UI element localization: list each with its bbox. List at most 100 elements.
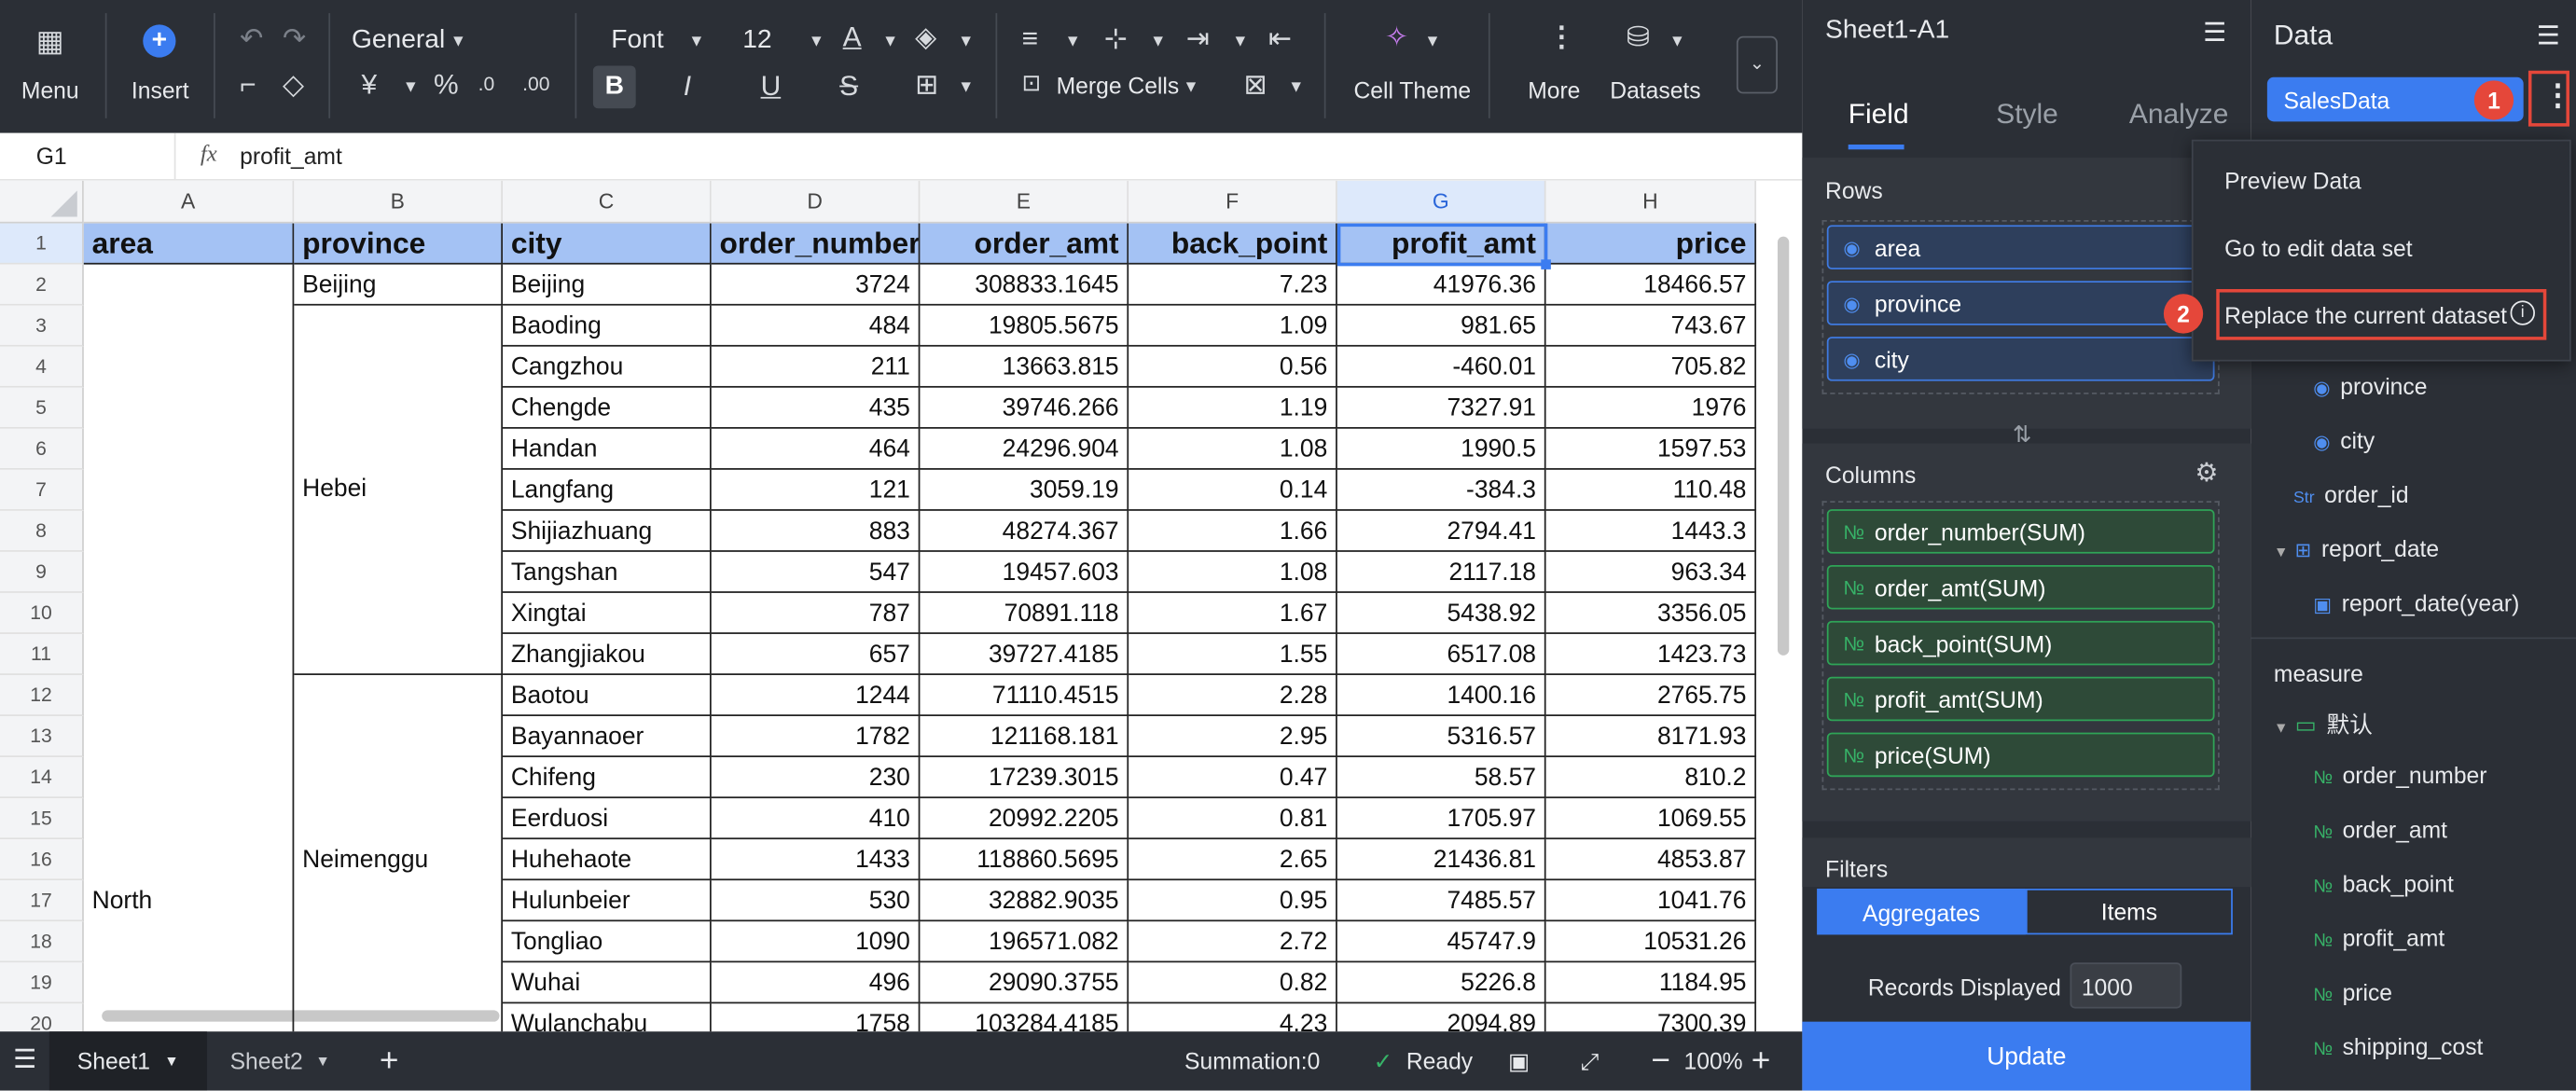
table-cell[interactable]: 118860.5695 xyxy=(920,839,1129,881)
table-cell[interactable]: 0.56 xyxy=(1129,346,1337,388)
table-cell[interactable]: 1244 xyxy=(711,674,921,717)
table-cell[interactable]: 19457.603 xyxy=(920,551,1129,593)
table-cell[interactable]: Zhangjiakou xyxy=(503,633,712,675)
underline-icon[interactable]: U xyxy=(761,73,782,101)
table-cell[interactable]: 1.19 xyxy=(1129,387,1337,429)
table-cell[interactable]: 743.67 xyxy=(1545,305,1757,347)
table-cell[interactable]: 5316.57 xyxy=(1336,716,1546,758)
row-header[interactable]: 5 xyxy=(0,387,84,429)
row-header[interactable]: 10 xyxy=(0,592,84,634)
row-header[interactable]: 20 xyxy=(0,1003,84,1032)
menu-item-edit-dataset[interactable]: Go to edit data set xyxy=(2224,235,2413,261)
row-header[interactable]: 19 xyxy=(0,962,84,1004)
table-cell[interactable]: -384.3 xyxy=(1336,469,1546,511)
table-cell[interactable]: 0.14 xyxy=(1129,469,1337,511)
chevron-down-icon[interactable]: ▼ xyxy=(450,33,466,50)
fill-color-icon[interactable]: ◈ xyxy=(915,23,936,51)
indent-icon[interactable]: ⇤ xyxy=(1268,24,1292,52)
vertical-scrollbar[interactable] xyxy=(1777,236,1790,656)
table-cell[interactable]: 48274.367 xyxy=(920,510,1129,552)
table-cell[interactable]: Huhehaote xyxy=(503,839,712,881)
table-cell[interactable]: 24296.904 xyxy=(920,428,1129,470)
table-cell[interactable]: 1400.16 xyxy=(1336,674,1546,717)
table-cell[interactable]: 308833.1645 xyxy=(920,264,1129,306)
table-cell[interactable]: 121 xyxy=(711,469,921,511)
table-cell[interactable]: Langfang xyxy=(503,469,712,511)
caret-down-icon[interactable]: ▼ xyxy=(2274,544,2289,560)
zoom-out-icon[interactable]: − xyxy=(1651,1031,1670,1090)
dim-report-date-year[interactable]: ▣ report_date(year) xyxy=(2313,589,2519,615)
collapse-panel-icon[interactable]: ☰ xyxy=(2537,20,2560,52)
row-header[interactable]: 1 xyxy=(0,223,84,265)
table-cell[interactable]: 7327.91 xyxy=(1336,387,1546,429)
table-cell[interactable]: 1758 xyxy=(712,1003,921,1032)
datasets-icon[interactable]: ⛁ xyxy=(1627,23,1650,51)
zoom-in-icon[interactable]: + xyxy=(1752,1031,1771,1090)
table-cell[interactable]: 211 xyxy=(711,346,921,388)
chevron-down-icon[interactable]: ▼ xyxy=(1150,33,1166,50)
table-cell[interactable]: 2094.89 xyxy=(1337,1003,1546,1032)
table-cell[interactable]: 1.55 xyxy=(1129,633,1337,675)
column-header[interactable]: E xyxy=(920,180,1129,224)
redo-icon[interactable]: ↷ xyxy=(283,24,306,52)
table-cell[interactable]: 530 xyxy=(711,880,921,922)
table-cell[interactable]: Beijing xyxy=(503,264,712,306)
records-input[interactable]: 1000 xyxy=(2070,962,2182,1009)
table-cell[interactable]: 3724 xyxy=(711,264,921,306)
table-cell[interactable]: 230 xyxy=(711,757,921,799)
province-cell[interactable]: Beijing xyxy=(294,264,504,306)
table-cell[interactable]: 29090.3755 xyxy=(920,962,1129,1004)
column-field-price[interactable]: № price(SUM) xyxy=(1826,732,2215,778)
insert-button[interactable]: Insert xyxy=(132,77,189,104)
table-cell[interactable]: 1090 xyxy=(711,921,921,963)
chevron-down-icon[interactable]: ▼ xyxy=(958,33,974,50)
menu-item-preview-data[interactable]: Preview Data xyxy=(2224,168,2361,194)
table-cell[interactable]: 1990.5 xyxy=(1336,428,1546,470)
row-header[interactable]: 2 xyxy=(0,264,84,306)
datasets-button[interactable]: Datasets xyxy=(1610,77,1700,104)
row-field-province[interactable]: ◉ province xyxy=(1826,281,2215,325)
column-header[interactable]: C xyxy=(503,180,712,224)
table-cell[interactable]: Hulunbeier xyxy=(503,880,712,922)
sheet-tab-label[interactable]: Sheet1 xyxy=(77,1031,150,1090)
table-cell[interactable]: 17239.3015 xyxy=(920,757,1129,799)
table-cell[interactable]: Cangzhou xyxy=(503,346,712,388)
sheet-tab-sheet2[interactable]: Sheet2 xyxy=(230,1031,303,1090)
text-wrap-icon[interactable]: ⇥ xyxy=(1186,24,1210,52)
merge-cells-button[interactable]: Merge Cells xyxy=(1057,73,1180,99)
table-cell[interactable]: 5438.92 xyxy=(1336,592,1546,634)
chevron-down-icon[interactable]: ▼ xyxy=(1424,33,1440,50)
column-field-profit-amt[interactable]: № profit_amt(SUM) xyxy=(1826,676,2215,722)
table-cell[interactable]: 4853.87 xyxy=(1545,839,1757,881)
table-cell[interactable]: 1443.3 xyxy=(1545,510,1757,552)
row-header[interactable]: 3 xyxy=(0,305,84,347)
cell-reference[interactable]: G1 xyxy=(36,143,67,169)
chevron-down-icon[interactable]: ▼ xyxy=(403,79,419,97)
row-header[interactable]: 16 xyxy=(0,839,84,881)
table-cell[interactable]: Tangshan xyxy=(503,551,712,593)
table-cell[interactable]: 2.95 xyxy=(1129,716,1337,758)
table-cell[interactable]: 1069.55 xyxy=(1545,798,1757,840)
page-view-icon[interactable]: ▣ xyxy=(1508,1031,1530,1090)
table-cell[interactable]: 21436.81 xyxy=(1336,839,1546,881)
header-cell[interactable]: price xyxy=(1545,223,1757,265)
column-header[interactable]: B xyxy=(294,180,504,224)
table-cell[interactable]: Eerduosi xyxy=(503,798,712,840)
table-cell[interactable]: 787 xyxy=(711,592,921,634)
table-cell[interactable]: Xingtai xyxy=(503,592,712,634)
select-all-corner[interactable] xyxy=(0,180,84,224)
dim-province[interactable]: ◉ province xyxy=(2313,373,2427,399)
decrease-decimal-icon[interactable]: .0 xyxy=(478,74,495,93)
table-cell[interactable]: -460.01 xyxy=(1336,346,1546,388)
chevron-down-icon[interactable]: ▼ xyxy=(315,1031,330,1090)
items-toggle[interactable]: Items xyxy=(2025,888,2233,935)
add-sheet-icon[interactable]: + xyxy=(380,1031,399,1090)
table-cell[interactable]: 3356.05 xyxy=(1545,592,1757,634)
font-family-select[interactable]: Font xyxy=(611,26,663,56)
table-cell[interactable]: 705.82 xyxy=(1545,346,1757,388)
row-header[interactable]: 4 xyxy=(0,346,84,388)
italic-icon[interactable]: I xyxy=(684,73,691,101)
sheet-list-icon[interactable]: ☰ xyxy=(13,1031,36,1090)
measure-shipping-cost[interactable]: № shipping_cost xyxy=(2313,1033,2483,1059)
table-cell[interactable]: 0.95 xyxy=(1129,880,1337,922)
